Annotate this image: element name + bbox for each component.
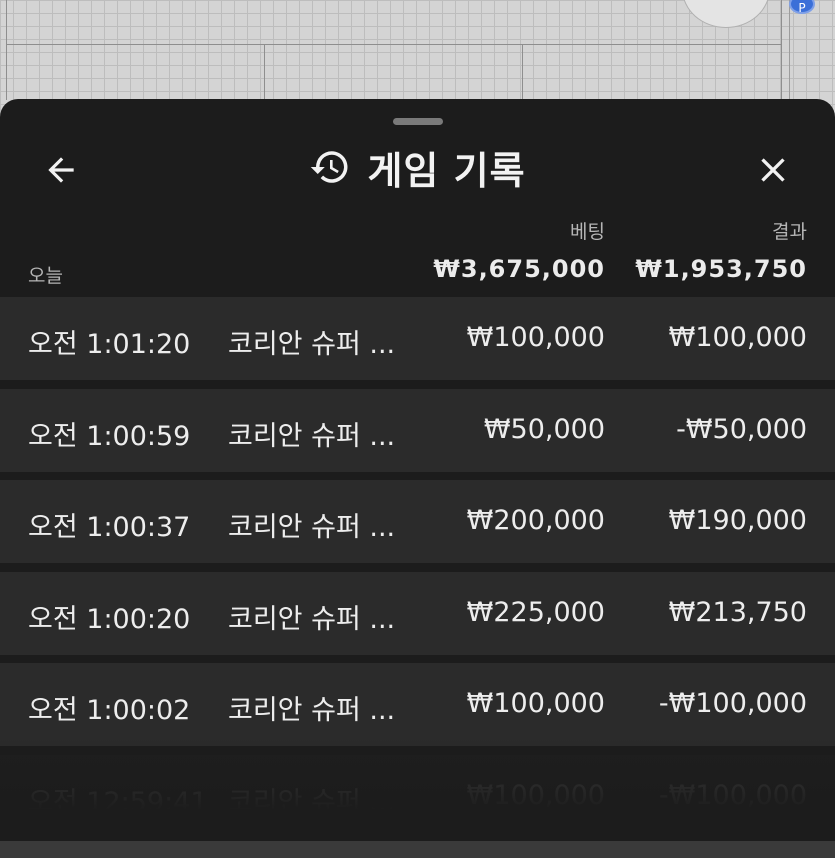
row-time: 오전 1:00:02	[28, 695, 191, 726]
summary-header: 오늘 베팅 결과 ₩3,675,000 ₩1,953,750	[0, 211, 835, 291]
history-row[interactable]: 오전 1:00:20 코리안 슈퍼 ... ₩225,000 ₩213,750	[0, 571, 835, 655]
row-game: 코리안 슈퍼 ...	[228, 695, 396, 726]
row-result: ₩213,750	[668, 596, 807, 628]
row-game: 코리안 슈퍼 ...	[228, 420, 396, 452]
board-line	[264, 44, 265, 104]
history-list: 오전 1:01:20 코리안 슈퍼 ... ₩100,000 ₩100,000 …	[0, 297, 835, 823]
game-history-sheet: 게임 기록 오늘 베팅 결과 ₩3,675,000 ₩1,953,750 오전 …	[0, 99, 835, 841]
board-line	[522, 44, 523, 104]
title-group: 게임 기록	[0, 139, 835, 195]
arrow-left-icon	[48, 157, 74, 183]
row-time: 오전 1:01:20	[28, 329, 191, 360]
close-icon	[761, 158, 785, 182]
board-line	[6, 44, 782, 45]
row-game: 코리안 슈퍼 ...	[228, 786, 396, 818]
history-icon	[311, 151, 348, 183]
row-result: -₩100,000	[658, 779, 807, 811]
row-result: -₩100,000	[658, 688, 807, 719]
back-button[interactable]	[36, 145, 86, 195]
history-row[interactable]: 오전 1:00:02 코리안 슈퍼 ... ₩100,000 -₩100,000	[0, 663, 835, 746]
history-row[interactable]: 오전 1:00:37 코리안 슈퍼 ... ₩200,000 ₩190,000	[0, 480, 835, 563]
column-header-result: 결과	[772, 221, 807, 243]
bottom-bar	[0, 841, 835, 858]
total-bet-value: ₩3,675,000	[433, 255, 605, 283]
row-bet: ₩225,000	[466, 596, 605, 628]
row-game: 코리안 슈퍼 ...	[228, 512, 396, 543]
history-row[interactable]: 오전 1:00:59 코리안 슈퍼 ... ₩50,000 -₩50,000	[0, 388, 835, 472]
row-game: 코리안 슈퍼 ...	[228, 329, 396, 360]
column-header-bet: 베팅	[570, 221, 605, 243]
player-badge: P	[789, 0, 815, 15]
history-row[interactable]: 오전 1:01:20 코리안 슈퍼 ... ₩100,000 ₩100,000	[0, 297, 835, 380]
row-bet: ₩100,000	[466, 688, 605, 719]
row-result: -₩50,000	[676, 413, 807, 445]
board-line	[781, 0, 782, 100]
row-time: 오전 1:00:20	[28, 603, 191, 635]
row-bet: ₩50,000	[483, 413, 605, 445]
sheet-header: 게임 기록	[0, 139, 835, 195]
board-rail	[0, 0, 790, 100]
row-bet: ₩100,000	[466, 779, 605, 811]
row-result: ₩190,000	[668, 505, 807, 536]
row-time: 오전 1:00:37	[28, 512, 191, 543]
period-label: 오늘	[28, 265, 63, 287]
board-line	[6, 0, 7, 100]
row-time: 오전 12:59:41	[28, 786, 208, 818]
drag-handle[interactable]	[393, 118, 443, 125]
total-result-value: ₩1,953,750	[635, 255, 807, 283]
close-button[interactable]	[748, 145, 798, 195]
history-row[interactable]: 오전 12:59:41 코리안 슈퍼 ... ₩100,000 -₩100,00…	[0, 754, 835, 818]
row-result: ₩100,000	[668, 322, 807, 353]
page-title: 게임 기록	[367, 148, 526, 193]
row-bet: ₩200,000	[466, 505, 605, 536]
row-bet: ₩100,000	[466, 322, 605, 353]
row-time: 오전 1:00:59	[28, 420, 191, 452]
row-game: 코리안 슈퍼 ...	[228, 603, 396, 635]
